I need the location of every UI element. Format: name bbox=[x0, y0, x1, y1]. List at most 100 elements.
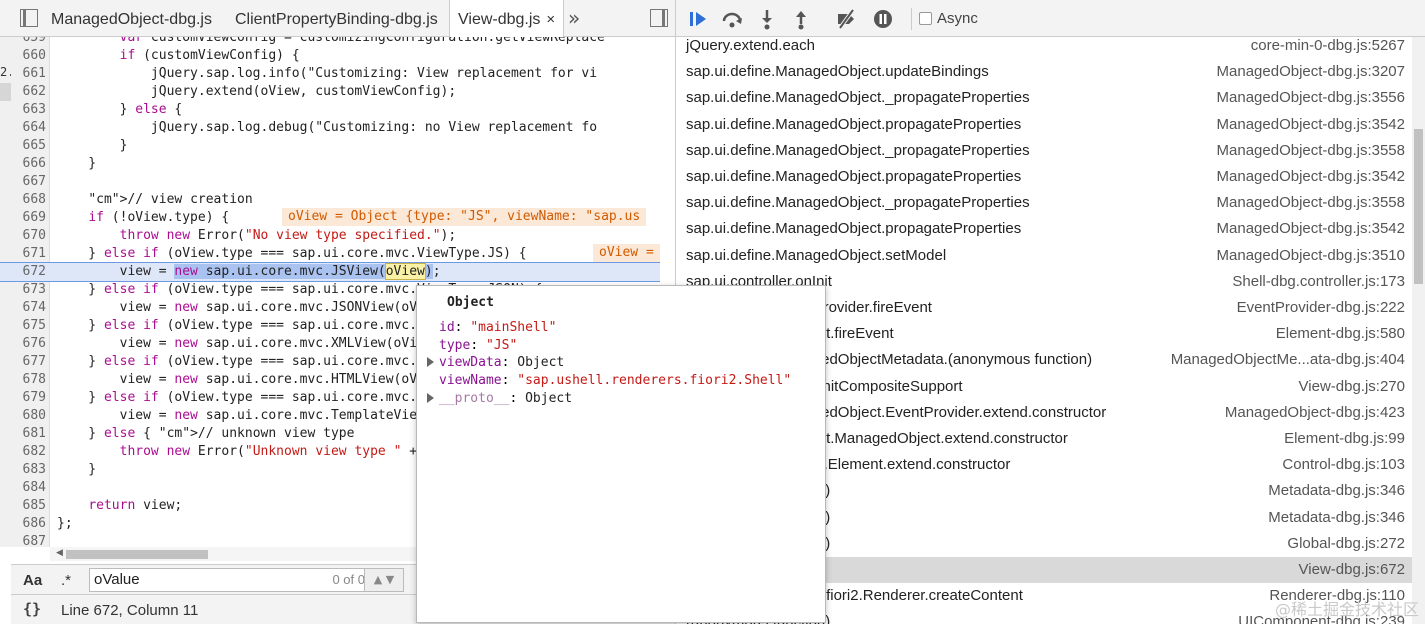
call-frame-location[interactable]: core-min-0-dbg.js:5267 bbox=[1251, 37, 1405, 54]
call-frame[interactable]: sap.ui.define.ManagedObject.propagatePro… bbox=[676, 112, 1412, 138]
step-out-icon[interactable] bbox=[790, 8, 812, 30]
call-frame[interactable]: sap.ui.define.ManagedObject._propagatePr… bbox=[676, 85, 1412, 111]
call-frame-location[interactable]: ManagedObject-dbg.js:3542 bbox=[1217, 168, 1405, 185]
step-over-icon[interactable] bbox=[721, 8, 743, 30]
line-number[interactable]: 685 bbox=[11, 497, 46, 515]
tab-label: ManagedObject-dbg.js bbox=[51, 11, 212, 28]
popover-property: viewName: "sap.ushell.renderers.fiori2.S… bbox=[439, 372, 791, 389]
toggle-debugger-icon[interactable] bbox=[650, 9, 668, 27]
line-number[interactable]: 680 bbox=[11, 407, 46, 425]
line-number[interactable]: 667 bbox=[11, 173, 46, 191]
call-frame-location[interactable]: Element-dbg.js:99 bbox=[1284, 430, 1405, 447]
line-number[interactable]: 666 bbox=[11, 155, 46, 173]
line-number[interactable]: 665 bbox=[11, 137, 46, 155]
call-frame-location[interactable]: Global-dbg.js:272 bbox=[1287, 535, 1405, 552]
call-frame[interactable]: sap.ui.define.ManagedObject.setModel Mana… bbox=[676, 243, 1412, 269]
pause-on-exceptions-icon[interactable] bbox=[872, 8, 894, 30]
line-number[interactable]: 687 bbox=[11, 533, 46, 547]
line-number[interactable]: 660 bbox=[11, 47, 46, 65]
match-case-button[interactable]: Aa bbox=[23, 572, 42, 589]
scrollbar-thumb[interactable] bbox=[1414, 129, 1423, 284]
search-input[interactable]: oValue 0 of 0 bbox=[89, 568, 374, 592]
call-frame-location[interactable]: ManagedObject-dbg.js:423 bbox=[1225, 404, 1405, 421]
property-value: Object bbox=[525, 390, 573, 406]
popover-property[interactable]: viewData: Object bbox=[427, 354, 564, 371]
line-text: jQuery.sap.log.info("Customizing: View r… bbox=[57, 66, 598, 81]
line-number[interactable]: 679 bbox=[11, 389, 46, 407]
line-number[interactable]: 675 bbox=[11, 317, 46, 335]
tab-view[interactable]: View-dbg.js × bbox=[449, 0, 565, 38]
call-frame-location[interactable]: Control-dbg.js:103 bbox=[1282, 456, 1405, 473]
call-frame-location[interactable]: Metadata-dbg.js:346 bbox=[1268, 509, 1405, 526]
tab-clientpropertybinding[interactable]: ClientPropertyBinding-dbg.js bbox=[235, 0, 438, 37]
expand-arrow-icon[interactable] bbox=[427, 357, 434, 368]
vertical-scrollbar[interactable] bbox=[1412, 37, 1425, 624]
scroll-left-icon[interactable]: ◀ bbox=[56, 548, 63, 558]
call-frame-location[interactable]: ManagedObject-dbg.js:3542 bbox=[1217, 220, 1405, 237]
line-number[interactable]: 672 bbox=[11, 263, 46, 281]
code-line: 667 bbox=[0, 173, 660, 191]
call-frame-function: sap.ui.define.ManagedObject._propagatePr… bbox=[686, 89, 1030, 107]
line-number[interactable]: 664 bbox=[11, 119, 46, 137]
async-checkbox[interactable] bbox=[919, 12, 932, 25]
line-number[interactable]: 661 bbox=[11, 65, 46, 83]
line-number[interactable]: 659 bbox=[11, 37, 46, 47]
line-number[interactable]: 671 bbox=[11, 245, 46, 263]
step-into-icon[interactable] bbox=[756, 8, 778, 30]
call-frame-location[interactable]: View-dbg.js:672 bbox=[1299, 561, 1405, 578]
call-frame-location[interactable]: ManagedObject-dbg.js:3542 bbox=[1217, 116, 1405, 133]
more-tabs-icon[interactable]: » bbox=[568, 6, 580, 30]
code-line: 671 } else if (oView.type === sap.ui.cor… bbox=[0, 245, 660, 263]
line-number[interactable]: 682 bbox=[11, 443, 46, 461]
call-frame[interactable]: jQuery.extend.each core-min-0-dbg.js:5267 bbox=[676, 33, 1412, 59]
call-frame-location[interactable]: ManagedObject-dbg.js:3558 bbox=[1217, 142, 1405, 159]
line-number[interactable]: 677 bbox=[11, 353, 46, 371]
line-number[interactable]: 676 bbox=[11, 335, 46, 353]
call-frame-location[interactable]: ManagedObjectMe...ata-dbg.js:404 bbox=[1171, 351, 1405, 368]
line-text: } else { "cm">// unknown view type bbox=[57, 426, 355, 441]
call-frame-location[interactable]: ManagedObject-dbg.js:3207 bbox=[1217, 63, 1405, 80]
line-number[interactable]: 670 bbox=[11, 227, 46, 245]
call-frame[interactable]: sap.ui.define.ManagedObject.propagatePro… bbox=[676, 216, 1412, 242]
deactivate-breakpoints-icon[interactable] bbox=[835, 8, 857, 30]
previous-match-icon[interactable]: ▲ bbox=[374, 573, 382, 586]
next-match-icon[interactable]: ▼ bbox=[386, 573, 394, 586]
call-frame-location[interactable]: EventProvider-dbg.js:222 bbox=[1237, 299, 1405, 316]
line-number[interactable]: 684 bbox=[11, 479, 46, 497]
line-number[interactable]: 669 bbox=[11, 209, 46, 227]
line-number[interactable]: 663 bbox=[11, 101, 46, 119]
call-frame-location[interactable]: View-dbg.js:270 bbox=[1299, 378, 1405, 395]
call-frame[interactable]: sap.ui.define.ManagedObject._propagatePr… bbox=[676, 138, 1412, 164]
tab-managedobject[interactable]: ManagedObject-dbg.js bbox=[51, 0, 212, 37]
line-number[interactable]: 674 bbox=[11, 299, 46, 317]
call-frame-location[interactable]: ManagedObject-dbg.js:3556 bbox=[1217, 89, 1405, 106]
line-text: view = new sap.ui.core.mvc.XMLView(oView… bbox=[57, 336, 449, 351]
expand-arrow-icon[interactable] bbox=[427, 392, 434, 403]
line-number[interactable]: 678 bbox=[11, 371, 46, 389]
line-number[interactable]: 681 bbox=[11, 425, 46, 443]
line-text: }; bbox=[57, 516, 73, 531]
regex-button[interactable]: .* bbox=[61, 572, 71, 589]
popover-property[interactable]: __proto__: Object bbox=[427, 390, 573, 407]
call-frame-location[interactable]: Element-dbg.js:580 bbox=[1276, 325, 1405, 342]
call-frame-location[interactable]: Shell-dbg.controller.js:173 bbox=[1232, 273, 1405, 290]
toggle-navigator-icon[interactable] bbox=[20, 9, 38, 27]
code-line: 663 } else { bbox=[0, 101, 660, 119]
scrollbar-thumb[interactable] bbox=[66, 550, 208, 559]
line-number[interactable]: 668 bbox=[11, 191, 46, 209]
call-frame-location[interactable]: Metadata-dbg.js:346 bbox=[1268, 482, 1405, 499]
call-frame-location[interactable]: ManagedObject-dbg.js:3558 bbox=[1217, 194, 1405, 211]
call-frame[interactable]: sap.ui.define.ManagedObject._propagatePr… bbox=[676, 190, 1412, 216]
call-frame-location[interactable]: ManagedObject-dbg.js:3510 bbox=[1217, 247, 1405, 264]
line-number[interactable]: 662 bbox=[11, 83, 46, 101]
close-tab-icon[interactable]: × bbox=[546, 11, 555, 28]
line-number[interactable]: 673 bbox=[11, 281, 46, 299]
search-navigation[interactable]: ▲ ▼ bbox=[364, 568, 404, 592]
resume-icon[interactable] bbox=[687, 8, 709, 30]
line-number[interactable]: 683 bbox=[11, 461, 46, 479]
line-number[interactable]: 686 bbox=[11, 515, 46, 533]
call-frame[interactable]: sap.ui.define.ManagedObject.propagatePro… bbox=[676, 164, 1412, 190]
editor-tab-bar: ManagedObject-dbg.js ClientPropertyBindi… bbox=[0, 0, 675, 38]
call-frame[interactable]: sap.ui.define.ManagedObject.updateBindin… bbox=[676, 59, 1412, 85]
pretty-print-icon[interactable]: {} bbox=[23, 600, 41, 618]
